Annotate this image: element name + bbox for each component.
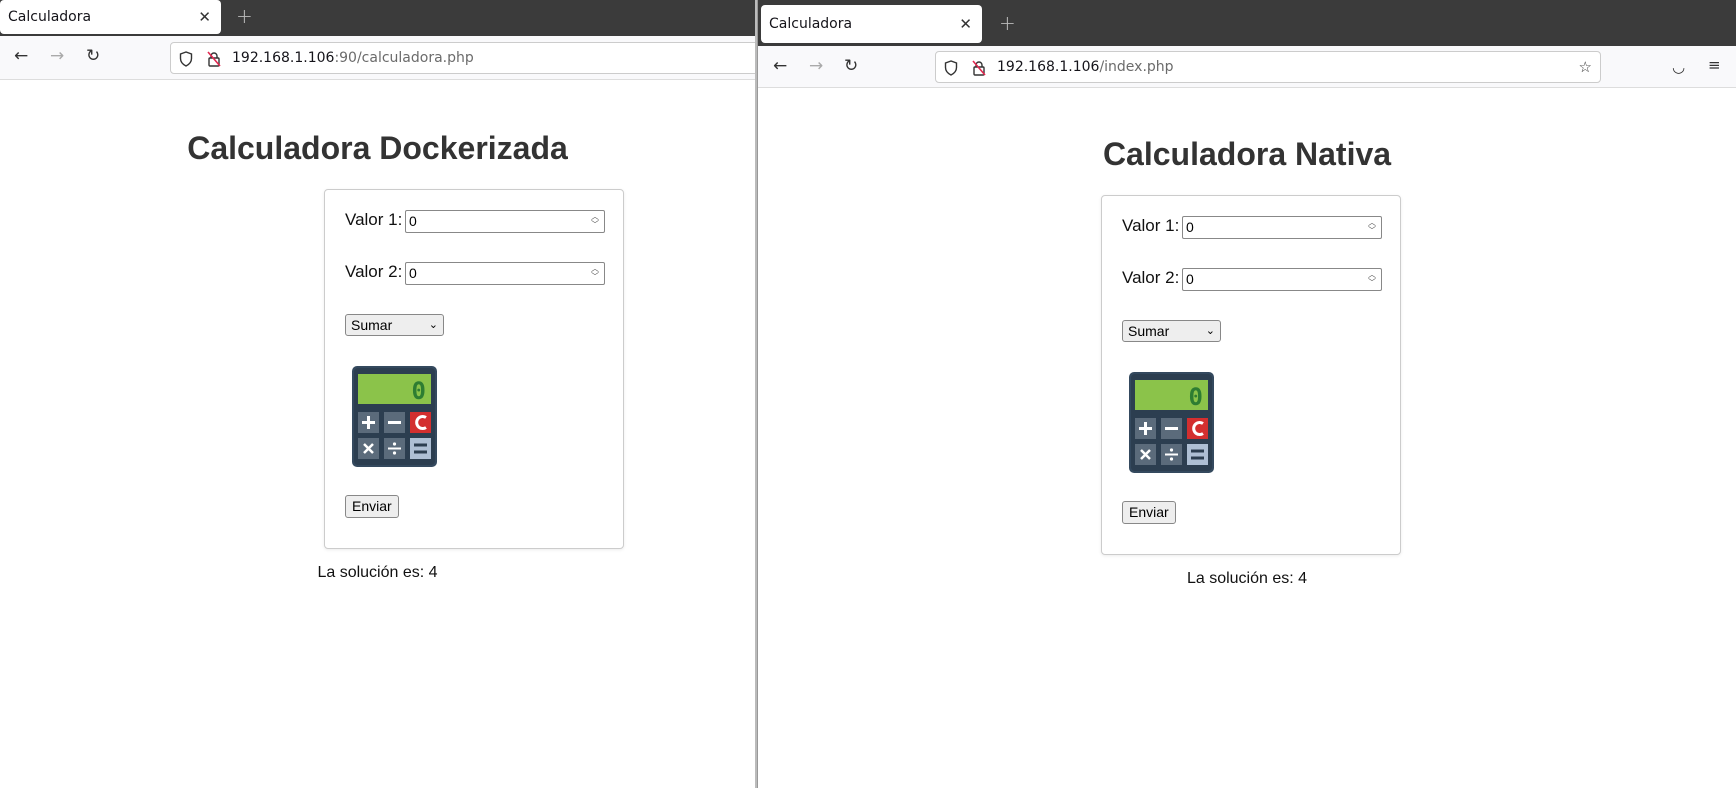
valor1-input[interactable]: 0 ︿ ﹀ [1182,216,1382,239]
url-path: :90/calculadora.php [334,50,474,66]
back-arrow-icon[interactable]: ← [773,56,787,76]
spinner-icon[interactable]: ︿ ﹀ [588,213,602,230]
tab-strip: Calculadora ✕ + [0,0,755,36]
spinner-icon[interactable]: ︿ ﹀ [1365,271,1379,288]
valor2-value: 0 [1186,271,1194,287]
shield-icon[interactable] [179,51,193,67]
chevron-down-icon: ⌄ [428,319,438,331]
tab-title: Calculadora [769,16,853,32]
valor1-label: Valor 1: [1122,216,1180,235]
nav-toolbar: ← → ↻ 192.168.1.106/index.php ☆ ◡ ≡ [758,46,1736,88]
spinner-icon[interactable]: ︿ ﹀ [588,265,602,282]
plus-icon[interactable]: + [999,11,1016,35]
operation-selected: Sumar [351,317,393,333]
valor1-input[interactable]: 0 ︿ ﹀ [405,210,605,233]
submit-button[interactable]: Enviar [345,495,399,518]
insecure-lock-icon[interactable] [972,60,986,76]
left-browser-window: Calculadora ✕ + ← → ↻ 192.168.1.106:90/c… [0,0,755,788]
operation-select[interactable]: Sumar ⌄ [345,314,444,336]
star-icon[interactable]: ☆ [1579,58,1592,76]
submit-button[interactable]: Enviar [1122,501,1176,524]
url-bar[interactable]: 192.168.1.106/index.php ☆ [935,51,1601,83]
calculator-form: Valor 1: 0 ︿ ﹀ Valor 2: 0 ︿ ﹀ Sumar ⌄ Envi… [1101,195,1401,555]
url-host: 192.168.1.106 [997,59,1100,75]
chevron-down-icon: ⌄ [1205,325,1215,337]
forward-arrow-icon[interactable]: → [809,56,823,76]
calculator-icon [352,366,437,467]
tab-calculadora[interactable]: Calculadora ✕ [761,5,982,43]
plus-icon[interactable]: + [236,4,253,28]
hamburger-menu-icon[interactable]: ≡ [1708,56,1721,74]
url-path: /index.php [1099,59,1174,75]
spinner-icon[interactable]: ︿ ﹀ [1365,219,1379,236]
url-host: 192.168.1.106 [232,50,335,66]
url-bar[interactable]: 192.168.1.106:90/calculadora.php [170,42,755,74]
calculator-icon [1129,372,1214,473]
valor1-value: 0 [409,213,417,229]
reload-icon[interactable]: ↻ [844,56,858,76]
pocket-icon[interactable]: ◡ [1672,58,1685,76]
shield-icon[interactable] [944,60,958,76]
operation-select[interactable]: Sumar ⌄ [1122,320,1221,342]
calculator-form: Valor 1: 0 ︿ ﹀ Valor 2: 0 ︿ ﹀ Sumar ⌄ Envi… [324,189,624,549]
page-title: Calculadora Dockerizada [187,130,568,166]
page-content: Calculadora Dockerizada Valor 1: 0 ︿ ﹀ Va… [0,80,755,788]
valor1-value: 0 [1186,219,1194,235]
url-text[interactable]: 192.168.1.106:90/calculadora.php [232,50,474,66]
result-text: La solución es: 4 [1186,570,1308,587]
tab-strip: Calculadora ✕ + [758,0,1736,46]
close-icon[interactable]: ✕ [198,8,211,26]
valor2-value: 0 [409,265,417,281]
valor2-input[interactable]: 0 ︿ ﹀ [1182,268,1382,291]
page-title: Calculadora Nativa [1102,136,1392,172]
tab-title: Calculadora [8,9,92,25]
insecure-lock-icon[interactable] [207,51,221,67]
valor2-input[interactable]: 0 ︿ ﹀ [405,262,605,285]
tab-calculadora[interactable]: Calculadora ✕ [0,0,221,34]
operation-selected: Sumar [1128,323,1170,339]
valor1-label: Valor 1: [345,210,403,229]
result-text: La solución es: 4 [317,564,438,581]
nav-toolbar: ← → ↻ 192.168.1.106:90/calculadora.php [0,36,755,80]
right-browser-window: Calculadora ✕ + ← → ↻ 192.168.1.106/inde… [757,0,1736,788]
reload-icon[interactable]: ↻ [86,46,100,66]
close-icon[interactable]: ✕ [959,15,972,33]
valor2-label: Valor 2: [345,262,403,281]
valor2-label: Valor 2: [1122,268,1180,287]
forward-arrow-icon[interactable]: → [50,46,64,66]
url-text[interactable]: 192.168.1.106/index.php [997,59,1174,75]
back-arrow-icon[interactable]: ← [14,46,28,66]
page-content: Calculadora Nativa Valor 1: 0 ︿ ﹀ Valor 2… [758,88,1736,788]
